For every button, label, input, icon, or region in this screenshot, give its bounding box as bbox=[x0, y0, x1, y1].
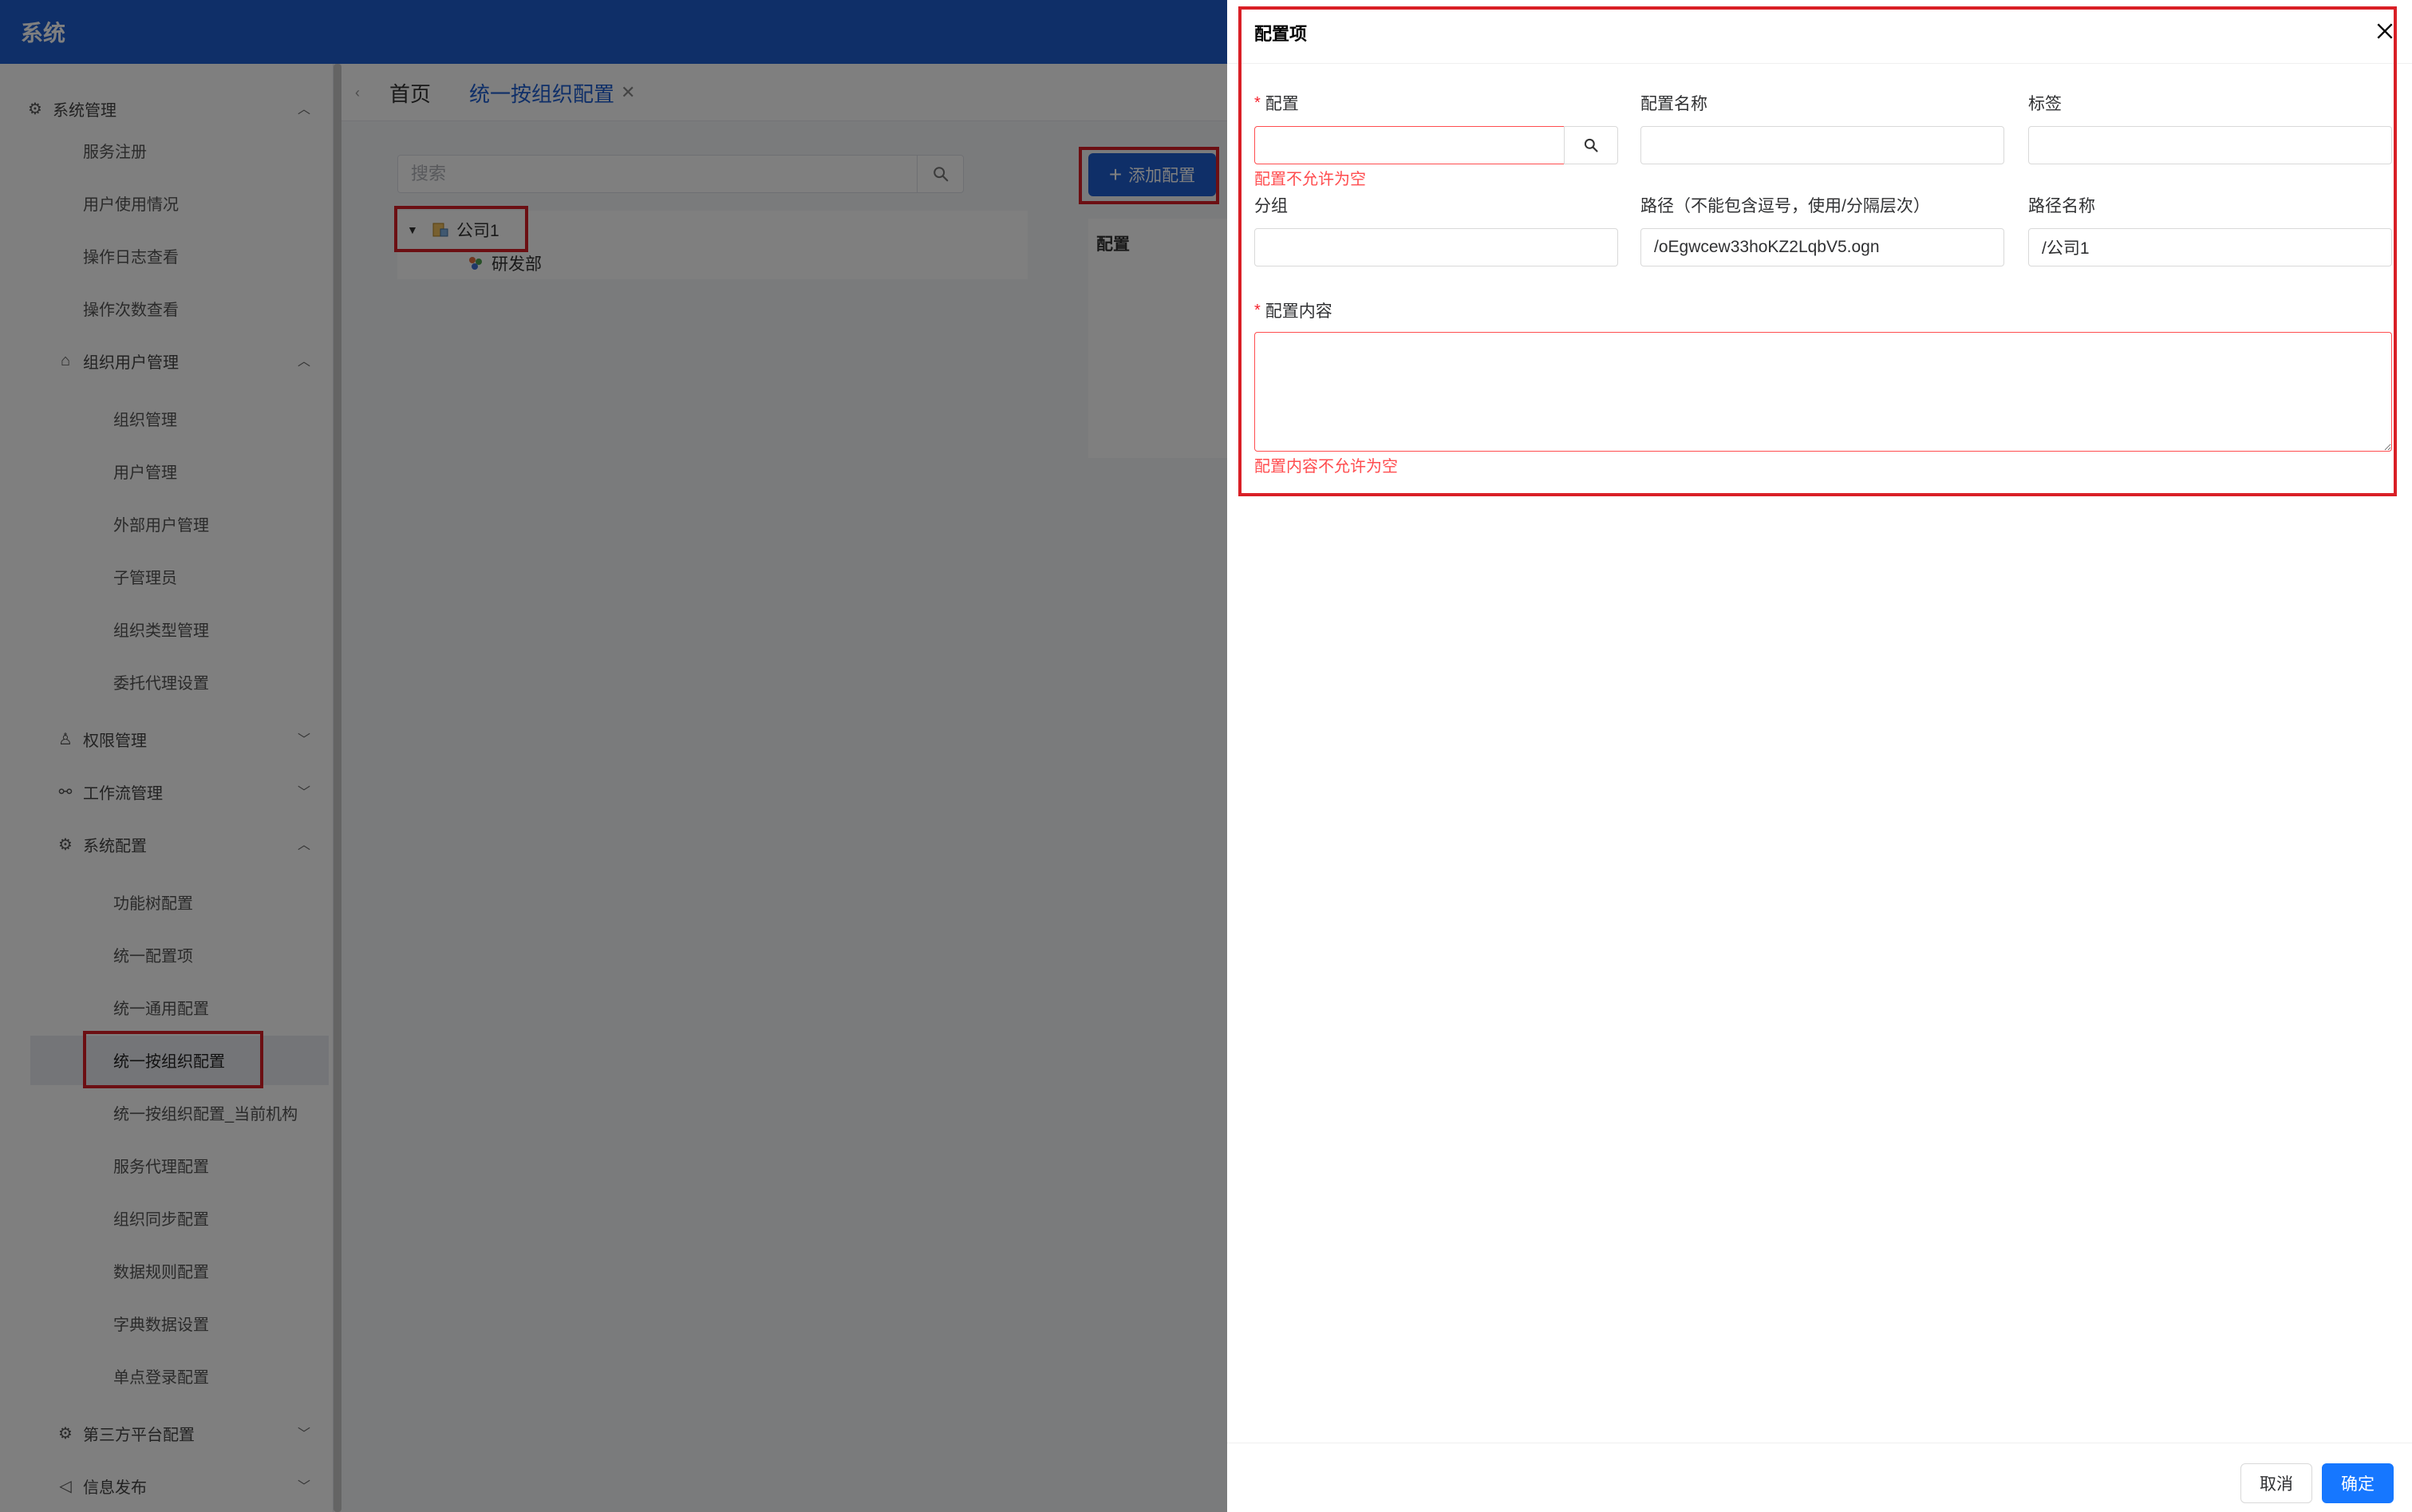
tag-input[interactable] bbox=[2028, 126, 2392, 164]
search-icon bbox=[1584, 138, 1598, 152]
group-label: 分组 bbox=[1254, 197, 1288, 215]
group-input[interactable] bbox=[1254, 228, 1618, 266]
content-textarea[interactable] bbox=[1254, 332, 2392, 452]
tag-label: 标签 bbox=[2028, 95, 2062, 113]
content-error: 配置内容不允许为空 bbox=[1254, 457, 1398, 476]
required-mark: * bbox=[1254, 301, 1261, 319]
config-drawer: 配置项 * 配置 配置不允许为空 配置名称 标签 分组 路径（不能包含逗号，使用… bbox=[1227, 0, 2412, 1512]
path-name-input[interactable] bbox=[2028, 228, 2392, 266]
drawer-title: 配置项 bbox=[1254, 24, 1308, 44]
config-search-button[interactable] bbox=[1564, 126, 1618, 164]
cancel-button[interactable]: 取消 bbox=[2240, 1463, 2312, 1503]
config-label: * 配置 bbox=[1254, 91, 1299, 115]
config-name-input[interactable] bbox=[1640, 126, 2004, 164]
required-mark: * bbox=[1254, 93, 1261, 112]
content-label-text: 配置内容 bbox=[1265, 302, 1332, 321]
modal-mask[interactable] bbox=[0, 0, 1227, 1512]
content-label: * 配置内容 bbox=[1254, 298, 1332, 322]
config-name-label: 配置名称 bbox=[1640, 95, 1707, 113]
confirm-button[interactable]: 确定 bbox=[2322, 1463, 2394, 1503]
config-error: 配置不允许为空 bbox=[1254, 170, 1366, 188]
close-icon[interactable] bbox=[2371, 18, 2398, 45]
drawer-footer: 取消 确定 bbox=[1227, 1443, 2412, 1512]
drawer-header: 配置项 bbox=[1227, 0, 2412, 64]
config-label-text: 配置 bbox=[1265, 95, 1299, 113]
path-input[interactable] bbox=[1640, 228, 2004, 266]
config-input[interactable] bbox=[1254, 126, 1565, 164]
path-name-label: 路径名称 bbox=[2028, 197, 2095, 215]
path-label: 路径（不能包含逗号，使用/分隔层次） bbox=[1640, 197, 1930, 215]
